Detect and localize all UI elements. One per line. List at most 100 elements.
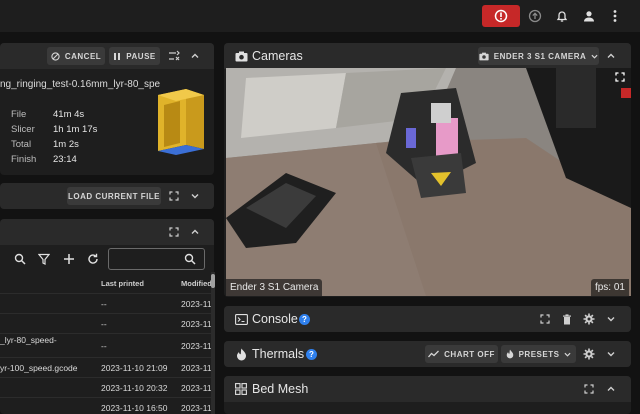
refresh-button[interactable] [86, 252, 100, 266]
fullscreen-icon [615, 72, 625, 82]
status-panel: CANCEL PAUSE ng_ringing_test-0.16mm_lyr-… [0, 43, 214, 175]
load-current-file-button[interactable]: LOAD CURRENT FILE [67, 187, 161, 205]
jobs-search-input[interactable] [108, 248, 205, 270]
table-row[interactable]: 2023-11-10 20:32 2023-11 [0, 377, 213, 397]
collapse-jobs-button[interactable] [188, 225, 202, 239]
camera-fullscreen-button[interactable] [615, 72, 625, 85]
emergency-stop-button[interactable] [482, 5, 520, 27]
expand-thermals-button[interactable] [604, 347, 618, 361]
gear-icon [583, 348, 595, 360]
add-file-button[interactable] [62, 252, 76, 266]
status-panel-header [0, 43, 214, 69]
chevron-up-icon [607, 53, 615, 58]
fullscreen-load-button[interactable] [167, 189, 181, 203]
account-icon [584, 11, 594, 22]
job-modified: 2023-11 [181, 383, 212, 393]
pause-label: PAUSE [126, 51, 156, 61]
stat-value-file: 41m 4s [53, 109, 85, 120]
chevron-down-icon [591, 54, 598, 59]
pause-button[interactable]: PAUSE [109, 47, 160, 65]
table-row[interactable]: yr-100_speed.gcode 2023-11-10 21:09 2023… [0, 357, 213, 377]
console-settings-button[interactable] [582, 312, 596, 326]
table-row[interactable]: -- 2023-11 [0, 293, 213, 313]
bed-mesh-panel: Bed Mesh [224, 376, 631, 414]
chart-off-button[interactable]: CHART OFF [425, 345, 498, 363]
cancel-button[interactable]: CANCEL [47, 47, 105, 65]
jobs-scrollbar[interactable] [211, 272, 215, 414]
job-modified: 2023-11 [181, 319, 212, 329]
cancel-label: CANCEL [64, 51, 102, 61]
column-header-modified[interactable]: Modified [181, 279, 212, 288]
chart-off-label: CHART OFF [444, 349, 495, 359]
fire-icon [234, 347, 248, 361]
bell-icon [556, 11, 568, 22]
fullscreen-console-button[interactable] [538, 312, 552, 326]
job-name: yr-100_speed.gcode [0, 363, 78, 373]
upload-button[interactable] [527, 8, 543, 24]
filter-button[interactable] [37, 252, 51, 266]
table-row[interactable]: -- 2023-11 [0, 313, 213, 333]
job-modified: 2023-11 [181, 299, 212, 309]
camera-icon [479, 52, 489, 60]
camera-fps-overlay: fps: 01 [590, 279, 629, 296]
camera-selector[interactable]: ENDER 3 S1 CAMERA [478, 47, 599, 65]
job-last-printed: 2023-11-10 20:32 [101, 383, 168, 393]
fullscreen-icon [169, 191, 179, 201]
stat-value-finish: 23:14 [53, 154, 77, 165]
presets-button[interactable]: PRESETS [501, 345, 576, 363]
collapse-cameras-button[interactable] [604, 49, 618, 63]
chevron-down-icon [607, 317, 615, 322]
load-current-file-label: LOAD CURRENT FILE [67, 191, 161, 201]
table-row[interactable]: _lyr-80_speed- -- 2023-11 [0, 333, 213, 357]
load-file-panel: LOAD CURRENT FILE [0, 183, 214, 209]
camera-name-overlay: Ender 3 S1 Camera [226, 279, 323, 296]
job-last-printed: -- [101, 299, 107, 309]
console-help-icon[interactable]: ? [299, 314, 310, 325]
pause-icon [114, 52, 121, 60]
notifications-button[interactable] [554, 8, 570, 24]
clear-console-button[interactable] [560, 312, 574, 326]
job-modified: 2023-11 [181, 341, 212, 351]
upload-icon [528, 9, 542, 23]
more-menu-button[interactable] [607, 8, 623, 24]
thermals-settings-button[interactable] [582, 347, 596, 361]
stat-key-file: File [11, 109, 27, 120]
chevron-up-icon [191, 229, 199, 234]
search-icon [14, 253, 26, 265]
filter-icon [38, 253, 50, 265]
emergency-stop-icon [494, 9, 508, 23]
chevron-down-icon [191, 194, 199, 199]
current-filename: ng_ringing_test-0.16mm_lyr-80_spe [0, 79, 161, 90]
collapse-bed-mesh-button[interactable] [604, 382, 618, 396]
camera-feed[interactable] [226, 68, 631, 296]
thermals-help-icon[interactable]: ? [306, 349, 317, 360]
stat-value-slicer: 1h 1m 17s [53, 124, 98, 135]
jobs-scrollbar-thumb[interactable] [211, 274, 215, 288]
expand-load-button[interactable] [188, 189, 202, 203]
fullscreen-bed-mesh-button[interactable] [582, 382, 596, 396]
expand-console-button[interactable] [604, 312, 618, 326]
account-button[interactable] [581, 8, 597, 24]
job-last-printed: 2023-11-10 16:50 [101, 403, 168, 413]
chevron-up-icon [191, 53, 199, 58]
presets-label: PRESETS [518, 349, 560, 359]
job-last-printed: 2023-11-10 21:09 [101, 363, 168, 373]
job-name: _lyr-80_speed- [0, 335, 57, 345]
collapse-status-button[interactable] [188, 49, 202, 63]
stat-key-total: Total [11, 139, 32, 150]
exclude-objects-button[interactable] [167, 49, 181, 63]
bed-mesh-title: Bed Mesh [252, 382, 309, 396]
table-row[interactable]: 2023-11-10 16:50 2023-11 [0, 397, 213, 414]
grid-icon [234, 382, 248, 396]
column-header-last-printed[interactable]: Last printed [101, 279, 144, 288]
fullscreen-jobs-button[interactable] [167, 225, 181, 239]
camera-image [226, 68, 631, 296]
fullscreen-icon [540, 314, 550, 324]
chevron-down-icon [564, 352, 571, 357]
plus-icon [64, 254, 74, 264]
cancel-icon [51, 51, 60, 61]
camera-icon [234, 49, 248, 63]
more-vertical-icon [613, 10, 617, 22]
cameras-title: Cameras [252, 49, 303, 63]
search-toggle-button[interactable] [13, 252, 27, 266]
